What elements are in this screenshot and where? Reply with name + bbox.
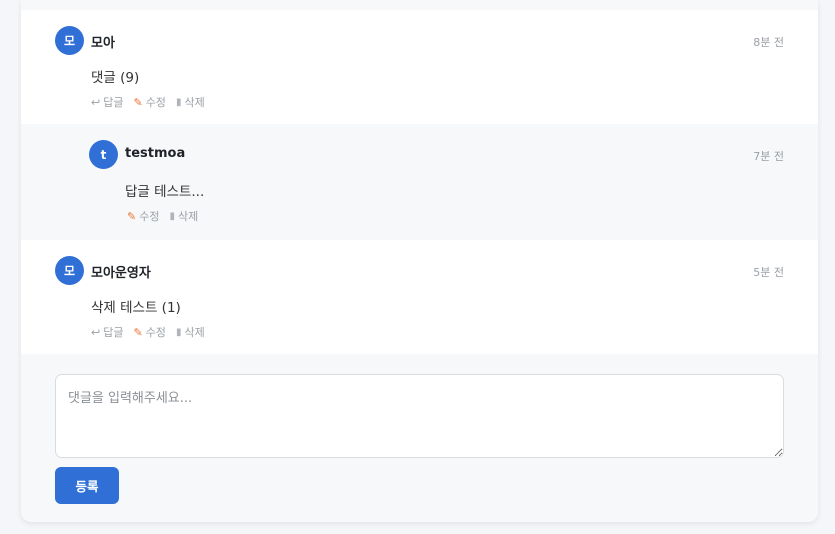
reply-arrow-icon: ↩ bbox=[91, 325, 101, 339]
comment-text: 답글 테스트... bbox=[125, 184, 205, 200]
delete-label: 삭제 bbox=[184, 326, 205, 339]
reply-label: 답글 bbox=[103, 326, 124, 339]
trash-icon: ▮ bbox=[175, 96, 182, 108]
comment-item: 모 모아운영자 5분 전 삭제 테스트 (1) ↩ 답글 ✎ 수정 ▮ 삭제 bbox=[21, 240, 818, 354]
comment-item: 모 모아 8분 전 댓글 (9) ↩ 답글 ✎ 수정 ▮ 삭제 bbox=[21, 10, 818, 124]
comment-time: 7분 전 bbox=[753, 150, 784, 163]
avatar: t bbox=[89, 140, 118, 169]
comment-actions: ✎ 수정 ▮ 삭제 bbox=[127, 208, 198, 224]
delete-label: 삭제 bbox=[184, 96, 205, 109]
submit-button[interactable]: 등록 bbox=[55, 467, 119, 504]
edit-label: 수정 bbox=[145, 326, 166, 339]
delete-label: 삭제 bbox=[177, 210, 199, 223]
comment-author: 모아운영자 bbox=[91, 266, 151, 281]
comment-text: 댓글 (9) bbox=[91, 70, 140, 86]
reply-button[interactable]: ↩ 답글 bbox=[91, 324, 123, 340]
edit-button[interactable]: ✎ 수정 bbox=[127, 208, 159, 224]
reply-button[interactable]: ↩ 답글 bbox=[91, 94, 123, 110]
reply-item: t testmoa 7분 전 답글 테스트... ✎ 수정 ▮ 삭제 bbox=[21, 124, 818, 240]
comment-input[interactable] bbox=[55, 374, 784, 458]
delete-button[interactable]: ▮ 삭제 bbox=[169, 208, 198, 224]
trash-icon: ▮ bbox=[169, 210, 175, 222]
comment-time: 8분 전 bbox=[753, 36, 784, 49]
comment-author: testmoa bbox=[125, 146, 186, 161]
comment-actions: ↩ 답글 ✎ 수정 ▮ 삭제 bbox=[91, 94, 205, 110]
edit-button[interactable]: ✎ 수정 bbox=[133, 324, 165, 340]
edit-button[interactable]: ✎ 수정 bbox=[133, 94, 165, 110]
pencil-icon: ✎ bbox=[133, 95, 143, 109]
delete-button[interactable]: ▮ 삭제 bbox=[176, 324, 205, 340]
pencil-icon: ✎ bbox=[127, 209, 137, 223]
comment-author: 모아 bbox=[91, 36, 115, 51]
comment-text: 삭제 테스트 (1) bbox=[91, 300, 181, 316]
comment-time: 5분 전 bbox=[753, 266, 784, 279]
comment-actions: ↩ 답글 ✎ 수정 ▮ 삭제 bbox=[91, 324, 205, 340]
avatar: 모 bbox=[55, 256, 84, 285]
trash-icon: ▮ bbox=[175, 326, 182, 338]
delete-button[interactable]: ▮ 삭제 bbox=[176, 94, 205, 110]
comments-card: 모 모아 8분 전 댓글 (9) ↩ 답글 ✎ 수정 ▮ 삭제 t testmo… bbox=[21, 0, 818, 522]
edit-label: 수정 bbox=[139, 210, 160, 223]
edit-label: 수정 bbox=[145, 96, 166, 109]
pencil-icon: ✎ bbox=[133, 325, 143, 339]
reply-label: 답글 bbox=[103, 96, 124, 109]
avatar: 모 bbox=[55, 26, 84, 55]
reply-arrow-icon: ↩ bbox=[91, 95, 101, 109]
